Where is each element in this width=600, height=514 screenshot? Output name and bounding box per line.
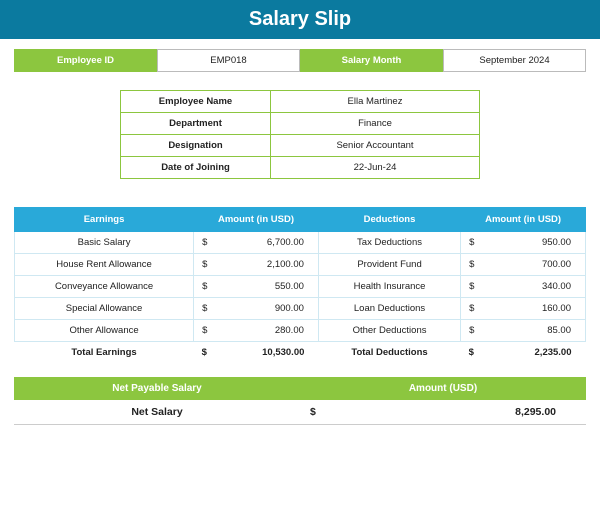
- currency-symbol: $: [300, 400, 326, 425]
- currency-symbol: $: [194, 298, 214, 320]
- designation-label: Designation: [121, 135, 271, 157]
- salary-month-value: September 2024: [443, 49, 586, 72]
- department-label: Department: [121, 113, 271, 135]
- earning-amount: 2,100.00: [213, 254, 318, 276]
- employee-info-table: Employee NameElla Martinez DepartmentFin…: [120, 90, 480, 179]
- net-amount-header: Amount (USD): [300, 377, 586, 400]
- deduction-label: Other Deductions: [318, 320, 460, 342]
- earnings-header: Earnings: [15, 208, 194, 232]
- earning-label: Special Allowance: [15, 298, 194, 320]
- table-row: Basic Salary $ 6,700.00 Tax Deductions $…: [15, 232, 586, 254]
- currency-symbol: $: [461, 298, 481, 320]
- earning-label: Conveyance Allowance: [15, 276, 194, 298]
- earning-label: Other Allowance: [15, 320, 194, 342]
- table-row: DepartmentFinance: [121, 113, 480, 135]
- total-deductions-amount: 2,235.00: [480, 342, 585, 364]
- totals-row: Total Earnings $ 10,530.00 Total Deducti…: [15, 342, 586, 364]
- earning-amount: 280.00: [213, 320, 318, 342]
- currency-symbol: $: [461, 320, 481, 342]
- deduction-amount: 340.00: [480, 276, 585, 298]
- top-info-row: Employee ID EMP018 Salary Month Septembe…: [14, 49, 586, 72]
- employee-id-value: EMP018: [157, 49, 300, 72]
- earning-amount: 6,700.00: [213, 232, 318, 254]
- table-row: Other Allowance $ 280.00 Other Deduction…: [15, 320, 586, 342]
- currency-symbol: $: [194, 320, 214, 342]
- doj-value: 22-Jun-24: [271, 157, 480, 179]
- deductions-header: Deductions: [318, 208, 460, 232]
- deduction-amount: 950.00: [480, 232, 585, 254]
- net-payable-table: Net Payable Salary Amount (USD) Net Sala…: [14, 377, 586, 425]
- earnings-deductions-table: Earnings Amount (in USD) Deductions Amou…: [14, 207, 586, 363]
- deduction-amount: 160.00: [480, 298, 585, 320]
- currency-symbol: $: [194, 232, 214, 254]
- employee-name-value: Ella Martinez: [271, 91, 480, 113]
- table-row: Date of Joining22-Jun-24: [121, 157, 480, 179]
- table-row: Employee NameElla Martinez: [121, 91, 480, 113]
- deduction-label: Health Insurance: [318, 276, 460, 298]
- table-row: Special Allowance $ 900.00 Loan Deductio…: [15, 298, 586, 320]
- table-row: House Rent Allowance $ 2,100.00 Providen…: [15, 254, 586, 276]
- currency-symbol: $: [461, 232, 481, 254]
- currency-symbol: $: [194, 254, 214, 276]
- currency-symbol: $: [461, 276, 481, 298]
- table-row: Conveyance Allowance $ 550.00 Health Ins…: [15, 276, 586, 298]
- doj-label: Date of Joining: [121, 157, 271, 179]
- net-payable-header: Net Payable Salary: [14, 377, 300, 400]
- earnings-amount-header: Amount (in USD): [194, 208, 319, 232]
- currency-symbol: $: [461, 342, 481, 364]
- salary-month-label: Salary Month: [300, 49, 443, 72]
- table-row: DesignationSenior Accountant: [121, 135, 480, 157]
- total-earnings-label: Total Earnings: [15, 342, 194, 364]
- deductions-amount-header: Amount (in USD): [461, 208, 586, 232]
- employee-name-label: Employee Name: [121, 91, 271, 113]
- net-salary-label: Net Salary: [14, 400, 300, 425]
- earning-amount: 900.00: [213, 298, 318, 320]
- table-header-row: Earnings Amount (in USD) Deductions Amou…: [15, 208, 586, 232]
- earning-amount: 550.00: [213, 276, 318, 298]
- earning-label: House Rent Allowance: [15, 254, 194, 276]
- page-title: Salary Slip: [0, 0, 600, 39]
- table-header-row: Net Payable Salary Amount (USD): [14, 377, 586, 400]
- deduction-amount: 700.00: [480, 254, 585, 276]
- deduction-label: Loan Deductions: [318, 298, 460, 320]
- department-value: Finance: [271, 113, 480, 135]
- currency-symbol: $: [194, 276, 214, 298]
- table-row: Net Salary $ 8,295.00: [14, 400, 586, 425]
- currency-symbol: $: [461, 254, 481, 276]
- employee-id-label: Employee ID: [14, 49, 157, 72]
- currency-symbol: $: [194, 342, 214, 364]
- deduction-amount: 85.00: [480, 320, 585, 342]
- earning-label: Basic Salary: [15, 232, 194, 254]
- designation-value: Senior Accountant: [271, 135, 480, 157]
- deduction-label: Tax Deductions: [318, 232, 460, 254]
- total-deductions-label: Total Deductions: [318, 342, 460, 364]
- total-earnings-amount: 10,530.00: [213, 342, 318, 364]
- net-salary-amount: 8,295.00: [326, 400, 586, 425]
- deduction-label: Provident Fund: [318, 254, 460, 276]
